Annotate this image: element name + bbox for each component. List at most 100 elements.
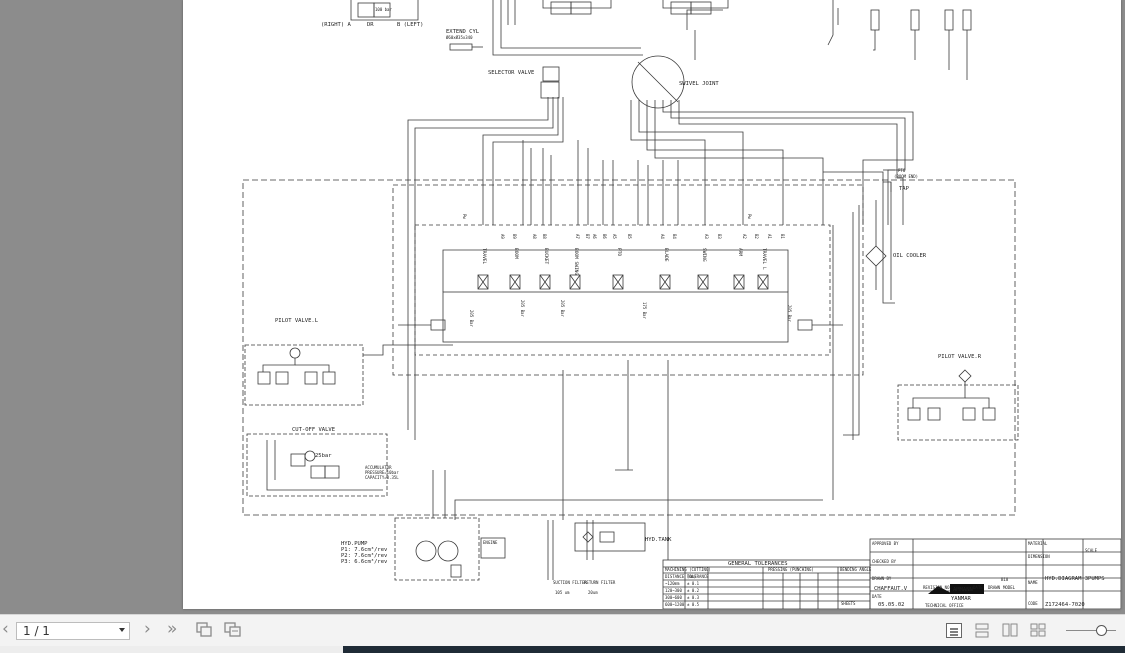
label-arm: ARM	[737, 248, 743, 256]
label-port-b5: B5	[627, 234, 632, 239]
single-page-view-icon[interactable]	[946, 623, 962, 638]
label-tap: TAP	[899, 186, 910, 192]
tb-model-val: B18	[1001, 577, 1009, 582]
label-port-a1: A1	[767, 234, 772, 239]
label-pilot-valve-l: PILOT VALVE.L	[275, 318, 319, 324]
chevron-down-icon	[119, 628, 125, 632]
fit-page-icon[interactable]	[196, 622, 212, 637]
label-pw-left: Pw	[462, 214, 467, 219]
tb-name-val: HYD.DIAGRAM 3PUMPS	[1045, 576, 1105, 582]
spool-cross	[659, 274, 671, 290]
spool-cross	[697, 274, 709, 290]
chevron-right-icon[interactable]: ›	[144, 619, 151, 639]
fit-width-icon[interactable]	[224, 622, 241, 637]
tolerance-value: ± 0.3	[687, 595, 700, 600]
tolerance-distance: 120~300	[665, 588, 682, 593]
tb-date-col: DATE	[973, 585, 983, 590]
label-port-a8: A8	[532, 234, 537, 239]
label-port-b2: B2	[754, 234, 759, 239]
label-travel-l: TRAVEL L	[761, 248, 767, 270]
label-travel-r: TRAVEL	[481, 248, 487, 265]
label-port-b1: B1	[780, 234, 785, 239]
label-port-b9: B9	[512, 234, 517, 239]
tb-code-val: Z172464-7020	[1045, 602, 1085, 608]
tb-approved-by: APPROVED BY	[872, 541, 899, 546]
double-chevron-right-icon[interactable]: »	[167, 619, 177, 639]
label-port-a9: A9	[500, 234, 505, 239]
label-port-a4: A4	[660, 234, 665, 239]
tb-drawn-by-name: CHAFFAUT.V	[874, 586, 908, 592]
label-extend-cyl-dim: Ø60xØ35x340	[446, 35, 473, 40]
label-blade: BLADE	[663, 248, 669, 262]
label-cut-off-valve: CUT-OFF VALVE	[292, 427, 335, 433]
label-swivel-joint: SWIVEL JOINT	[679, 81, 719, 87]
label-hyd-tank: HYD.TANK	[645, 537, 672, 543]
tb-drawn-by: DRAWN BY	[872, 576, 892, 581]
taskbar	[343, 646, 1125, 653]
tb-material: MATERIAL	[1028, 541, 1048, 546]
label-p2: P2: 7.6cm³/rev	[341, 552, 388, 559]
label-port-b6: B6	[602, 234, 607, 239]
tolerance-bending: BENDING ANGLE	[840, 567, 872, 572]
label-bucket: BUCKET	[543, 248, 549, 265]
label-engine: ENGINE	[483, 540, 498, 545]
chevron-left-icon[interactable]: ‹	[2, 619, 9, 639]
tb-date: 05.05.02	[878, 602, 905, 608]
label-accumulator-capacity: CAPACITY=0.35L	[365, 475, 399, 480]
tolerance-pressing: PRESSING (PUNCHING)	[768, 567, 814, 572]
zoom-slider-track[interactable]	[1066, 630, 1116, 631]
label-port-b3: B3	[717, 234, 722, 239]
tb-dimension: DIMENSION	[1028, 554, 1050, 559]
spool-cross	[757, 274, 769, 290]
tb-drawn-col: DRAWN	[988, 585, 1001, 590]
tolerance-distance: 600~1200	[665, 602, 685, 607]
label-boom-end: (BOOM END)	[894, 174, 918, 179]
tb-scale: SCALE	[1085, 548, 1098, 553]
tolerance-value: TOLERANCE	[687, 574, 709, 579]
tolerance-value: ± 0.1	[687, 581, 700, 586]
drawing-page: (RIGHT) A DR B (LEFT) 100 bar EXTEND CYL Ø60x…	[183, 0, 1121, 609]
hydraulic-diagram: (RIGHT) A DR B (LEFT)100 barEXTEND CYLØ60x…	[242, 0, 1121, 609]
continuous-view-icon[interactable]	[974, 623, 990, 638]
spool-cross	[539, 274, 551, 290]
tb-sheets: SHEETS	[841, 601, 856, 606]
document-viewport[interactable]: (RIGHT) A DR B (LEFT) 100 bar EXTEND CYL Ø60x…	[0, 0, 1125, 614]
tb-checked-by: CHECKED BY	[872, 559, 897, 564]
label-boom-swing: BOOM SWING	[573, 248, 579, 275]
two-page-view-icon[interactable]	[1002, 623, 1018, 638]
zoom-slider-thumb[interactable]	[1096, 625, 1107, 636]
label-100bar: 100 bar	[375, 7, 392, 12]
spool-cross	[477, 274, 489, 290]
two-page-continuous-view-icon[interactable]	[1030, 623, 1046, 638]
tb-revision-no: REVISION NO.	[923, 585, 952, 590]
label-suction-filter-val: 105 um	[555, 590, 570, 595]
label-205bar-2: 205 Bar	[520, 300, 525, 317]
label-port-b4: B4	[672, 234, 677, 239]
tolerance-distance: 300~600	[665, 595, 682, 600]
label-boom: BOOM	[513, 248, 519, 259]
tolerance-machining: MACHINING (CUTTING)	[665, 567, 711, 572]
tb-brand-yanmar: YANMAR	[951, 596, 972, 602]
label-oil-cooler: OIL COOLER	[893, 253, 927, 259]
label-port-a5: A5	[612, 234, 617, 239]
label-205bar-3: 205 Bar	[560, 300, 565, 317]
label-pw-right: Pw	[747, 214, 752, 219]
label-right-a: (RIGHT) A	[321, 22, 351, 28]
label-dr: DR	[367, 22, 374, 28]
tolerance-distance: ~120mm	[665, 581, 680, 586]
label-swing: SWING	[701, 248, 707, 262]
spool-cross	[569, 274, 581, 290]
label-p3: P3: 6.6cm³/rev	[341, 558, 388, 565]
label-25bar: 25bar	[315, 453, 332, 459]
tb-name: NAME	[1028, 580, 1038, 585]
tb-date-label: DATE	[872, 594, 882, 599]
label-pilot-valve-r: PILOT VALVE.R	[938, 354, 982, 360]
label-port-a7: A7	[575, 234, 580, 239]
tb-code: CODE	[1028, 601, 1038, 606]
label-port-a6: A6	[592, 234, 597, 239]
label-return-filter-val: 20um	[588, 590, 598, 595]
spool-cross	[509, 274, 521, 290]
tb-model: MODEL	[1003, 585, 1016, 590]
label-return-filter: RETURN FILTER	[584, 580, 616, 585]
page-select[interactable]: 1 / 1	[16, 622, 130, 640]
